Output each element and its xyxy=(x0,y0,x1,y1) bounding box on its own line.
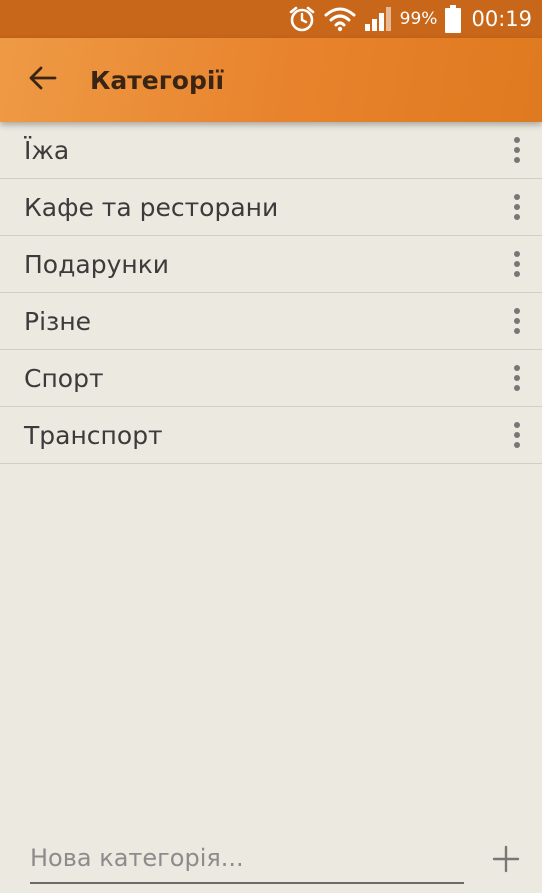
category-label: Різне xyxy=(24,306,92,336)
more-options-button[interactable] xyxy=(502,187,532,227)
list-item[interactable]: Їжа xyxy=(0,122,542,179)
status-time: 00:19 xyxy=(471,7,532,31)
back-button[interactable] xyxy=(22,59,64,101)
more-vert-icon xyxy=(514,365,520,391)
alarm-icon xyxy=(288,5,316,33)
new-category-bar xyxy=(0,826,542,893)
wifi-icon xyxy=(324,6,356,32)
list-item[interactable]: Транспорт xyxy=(0,407,542,464)
more-options-button[interactable] xyxy=(502,244,532,284)
more-vert-icon xyxy=(514,422,520,448)
category-label: Транспорт xyxy=(24,420,163,450)
list-item[interactable]: Спорт xyxy=(0,350,542,407)
app-bar: Категорії xyxy=(0,38,542,122)
battery-percent: 99% xyxy=(399,9,438,29)
more-options-button[interactable] xyxy=(502,358,532,398)
arrow-left-icon xyxy=(29,66,57,94)
list-item[interactable]: Кафе та ресторани xyxy=(0,179,542,236)
battery-icon xyxy=(445,5,462,33)
add-category-button[interactable] xyxy=(486,841,526,881)
category-label: Їжа xyxy=(24,135,70,165)
more-vert-icon xyxy=(514,308,520,334)
list-item[interactable]: Подарунки xyxy=(0,236,542,293)
page-title: Категорії xyxy=(90,65,225,95)
more-options-button[interactable] xyxy=(502,301,532,341)
more-options-button[interactable] xyxy=(502,130,532,170)
category-label: Спорт xyxy=(24,363,104,393)
category-label: Кафе та ресторани xyxy=(24,192,279,222)
signal-icon xyxy=(364,6,394,32)
category-label: Подарунки xyxy=(24,249,170,279)
category-list: Їжа Кафе та ресторани Подарунки Різне Сп… xyxy=(0,122,542,464)
plus-icon xyxy=(492,845,520,877)
more-vert-icon xyxy=(514,251,520,277)
status-bar: 99% 00:19 xyxy=(0,0,542,38)
more-vert-icon xyxy=(514,137,520,163)
more-options-button[interactable] xyxy=(502,415,532,455)
new-category-input[interactable] xyxy=(30,834,464,884)
more-vert-icon xyxy=(514,194,520,220)
list-item[interactable]: Різне xyxy=(0,293,542,350)
